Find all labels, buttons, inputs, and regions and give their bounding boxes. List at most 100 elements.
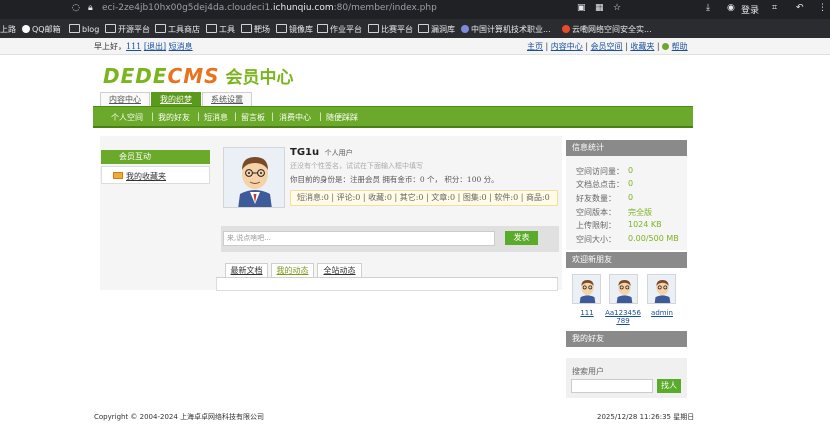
friend-avatar-image [610, 275, 637, 303]
nav-divider [93, 126, 693, 128]
lock-icon: 🔒︎ [88, 3, 93, 13]
star-icon[interactable]: ☆ [613, 3, 621, 13]
site-logo[interactable]: DEDECMS 会员中心 [103, 63, 294, 88]
bookmarks-bar: 上路 QQ邮箱 blog 开源平台 工具商店 工具 靶场 镜像库 作业平台 比赛… [0, 19, 830, 38]
stat-label: 空间大小： [576, 235, 616, 244]
bookmark-add-icon[interactable]: ▣ [577, 3, 586, 13]
friend-name-link[interactable]: Aa123456789 [604, 309, 642, 325]
bookmark-item[interactable]: QQ邮箱 [22, 24, 61, 35]
search-user-button[interactable]: 找人 [657, 379, 681, 393]
nav-guestbook[interactable]: 留言板 [241, 112, 265, 123]
tab-system-settings[interactable]: 系统设置 [202, 92, 252, 106]
bookmark-folder[interactable]: blog [69, 24, 99, 34]
browser-url-bar[interactable]: ◌ 🔒︎ eci-2ze4jb10hx00g5dej4da.cloudeci1.… [0, 0, 830, 19]
footer-datetime: 2025/12/28 11:26:35 星期日 [597, 413, 695, 421]
nav-personal-space[interactable]: 个人空间 [111, 112, 143, 123]
stat-label: 好友数量： [576, 194, 616, 203]
avatar[interactable] [223, 147, 285, 208]
bookmark-folder[interactable]: 漏洞库 [418, 24, 455, 35]
favorites-link[interactable]: 收藏夹 [630, 42, 654, 51]
friend-name-link[interactable]: 111 [567, 309, 607, 317]
nav-separator: | [151, 112, 154, 121]
tab-my-dream[interactable]: 我的织梦 [151, 92, 201, 106]
menu-icon[interactable]: ⋮ [818, 3, 827, 13]
top-links: 主页 | 内容中心 | 会员空间 | 收藏夹 | 帮助 [527, 42, 688, 51]
folder-icon [155, 24, 166, 33]
bookmark-folder[interactable]: 工具商店 [155, 24, 200, 35]
nav-separator: | [271, 112, 274, 121]
bookmark-item[interactable]: 中国计算机技术职业... [461, 24, 551, 35]
footer-copyright: Copyright © 2004-2024 上海卓卓网络科技有限公司 [94, 413, 265, 421]
avatar-image [224, 148, 284, 207]
bookmark-folder[interactable]: 靶场 [241, 24, 270, 35]
url-text[interactable]: eci-2ze4jb10hx00g5dej4da.cloudeci1.ichun… [102, 3, 437, 13]
bookmark-folder[interactable]: 工具 [206, 24, 235, 35]
stat-value: 0 [628, 179, 634, 188]
profile-type: 个人用户 [324, 149, 353, 157]
bookmark-folder[interactable]: 镜像库 [276, 24, 313, 35]
flame-icon [562, 25, 570, 33]
profile-signature: 还没有个性签名，试试在下面输入框中填写 [290, 162, 423, 170]
member-space-link[interactable]: 会员空间 [591, 42, 623, 51]
home-link[interactable]: 主页 [527, 42, 543, 51]
profile-status: 你目前的身份是：注册会员 拥有金币：0 个， 积分：100 分。 [290, 175, 499, 184]
content-center-link[interactable]: 内容中心 [551, 42, 583, 51]
tab-content-center[interactable]: 内容中心 [100, 92, 150, 106]
sub-nav: 个人空间 | 我的好友 | 短消息 | 留言板 | 消费中心 | 随便踩踩 [93, 106, 693, 127]
folder-icon [368, 24, 379, 33]
nav-separator: | [234, 112, 237, 121]
profile-heading: TG1u 个人用户 [290, 147, 353, 158]
help-link[interactable]: 帮助 [672, 42, 688, 51]
friend-avatar-image [648, 275, 675, 303]
logout-link[interactable]: [退出] [144, 42, 166, 51]
profile-name: TG1u [290, 147, 320, 158]
crop-icon[interactable]: ⌗ [772, 3, 777, 13]
friend-avatar-image [573, 275, 600, 303]
greeting-text: 早上好，111 [退出] 短消息 [94, 42, 193, 51]
globe-icon [461, 25, 469, 33]
favorites-item[interactable]: 我的收藏夹 [101, 166, 210, 184]
content-counts[interactable]: 短消息:0 | 评论:0 | 收藏:0 | 其它:0 | 文章:0 | 图集:0… [290, 190, 558, 206]
stats-header: 信息统计 [566, 140, 687, 156]
post-input[interactable]: 来,说点啥吧... [223, 231, 495, 246]
site-topbar: 早上好，111 [退出] 短消息 主页 | 内容中心 | 会员空间 | 收藏夹 … [0, 38, 830, 55]
favorites-link[interactable]: 我的收藏夹 [126, 171, 166, 182]
friend-avatar[interactable] [647, 274, 676, 304]
bookmark-folder[interactable]: 开源平台 [105, 24, 150, 35]
nav-consumption[interactable]: 消费中心 [279, 112, 311, 123]
bookmark-item[interactable]: 云嘞网络空间安全实... [562, 24, 652, 35]
login-label[interactable]: 登录 [741, 3, 759, 16]
messages-link[interactable]: 短消息 [169, 42, 193, 51]
bookmark-folder[interactable]: 比赛平台 [368, 24, 413, 35]
download-icon[interactable]: ⤓ [706, 3, 710, 13]
search-label: 搜索用户 [572, 367, 604, 376]
post-button[interactable]: 发表 [505, 231, 538, 245]
stat-value: 0 [628, 193, 634, 202]
qr-icon[interactable]: ▦ [595, 3, 604, 13]
friend-name-link[interactable]: admin [642, 309, 682, 317]
stat-label: 文档总点击： [576, 180, 624, 189]
member-interaction-header: 会员互动 [101, 150, 210, 164]
folder-icon [276, 24, 287, 33]
tab-site-activity[interactable]: 全站动态 [317, 263, 362, 278]
friend-avatar[interactable] [572, 274, 601, 304]
username-link[interactable]: 111 [126, 42, 141, 51]
stat-value: 1024 KB [628, 220, 662, 229]
nav-separator: | [319, 112, 322, 121]
friend-avatar[interactable] [609, 274, 638, 304]
nav-random[interactable]: 随便踩踩 [326, 112, 358, 123]
nav-messages[interactable]: 短消息 [204, 112, 228, 123]
nav-my-friends[interactable]: 我的好友 [158, 112, 190, 123]
undo-icon[interactable]: ↶ [796, 3, 804, 13]
bookmark-folder[interactable]: 作业平台 [317, 24, 362, 35]
account-icon[interactable]: ◉ [727, 3, 735, 13]
stat-label: 空间版本： [576, 208, 616, 217]
stat-value: 0 [628, 166, 634, 175]
search-user-input[interactable] [571, 379, 653, 393]
help-icon [662, 43, 670, 50]
tab-latest-docs[interactable]: 最新文档 [225, 263, 268, 278]
tab-my-activity[interactable]: 我的动态 [271, 263, 314, 278]
bookmark-item[interactable]: 上路 [0, 24, 16, 35]
folder-icon [69, 24, 80, 33]
activity-content [216, 278, 558, 291]
